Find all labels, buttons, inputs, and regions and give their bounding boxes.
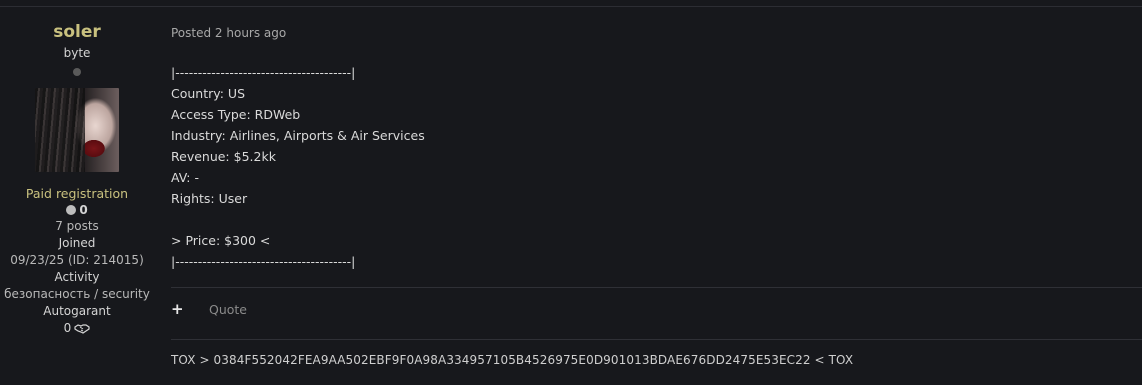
top-divider [0, 6, 1142, 7]
autogarant-value: 0 [0, 320, 154, 337]
signature-divider [171, 339, 1142, 340]
quote-button[interactable]: Quote [209, 302, 247, 317]
signature: TOX > 0384F552042FEA9AA502EBF9F0A98A3349… [171, 353, 854, 367]
author-panel: soler byte Paid registration 0 7 posts J… [0, 20, 154, 337]
activity-value: безопасность / security [4, 287, 150, 301]
post-content: Posted 2 hours ago |--------------------… [171, 20, 1142, 272]
post-timestamp[interactable]: Posted 2 hours ago [171, 20, 1142, 46]
autogarant-count: 0 [63, 321, 72, 335]
actions-divider [171, 287, 1142, 288]
post-count: 7 posts [55, 219, 99, 233]
reputation: 0 [0, 202, 154, 218]
body-line: |---------------------------------------… [171, 254, 356, 269]
body-line: Country: US [171, 86, 246, 101]
user-rank: byte [63, 46, 91, 60]
activity-label: Activity [54, 270, 100, 284]
body-line: AV: - [171, 170, 199, 185]
body-line: > Price: $300 < [171, 233, 271, 248]
body-line: |---------------------------------------… [171, 65, 356, 80]
body-line: Industry: Airlines, Airports & Air Servi… [171, 128, 425, 143]
body-blank-line [171, 209, 1142, 230]
post-actions: + Quote [171, 297, 247, 321]
joined-label: Joined [58, 236, 96, 250]
body-line: Access Type: RDWeb [171, 107, 301, 122]
online-status-icon [73, 68, 81, 76]
plus-button[interactable]: + [171, 297, 184, 321]
username-link[interactable]: soler [0, 20, 154, 44]
reputation-count: 0 [79, 203, 88, 217]
handshake-icon [74, 324, 90, 334]
body-line: Revenue: $5.2kk [171, 149, 276, 164]
body-line: Rights: User [171, 191, 248, 206]
avatar[interactable] [35, 88, 119, 172]
autogarant-label: Autogarant [43, 304, 111, 318]
joined-value: 09/23/25 (ID: 214015) [10, 253, 144, 267]
post-body: |---------------------------------------… [171, 62, 1142, 272]
reputation-coin-icon [66, 205, 77, 215]
user-group: Paid registration [25, 186, 129, 201]
